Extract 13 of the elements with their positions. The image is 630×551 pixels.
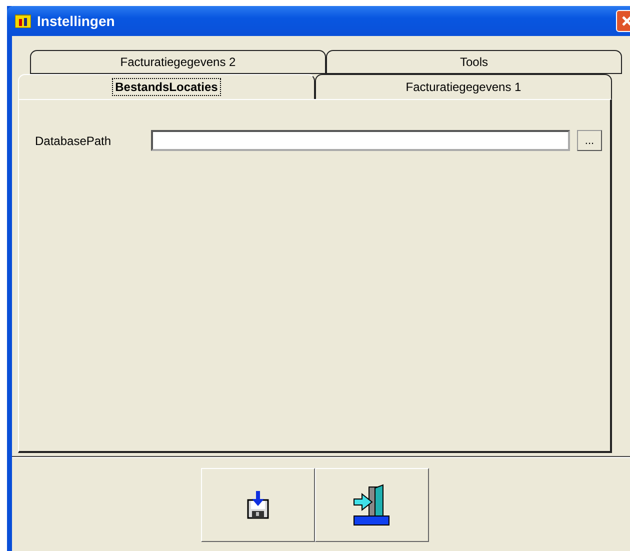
field-label: DatabasePath — [35, 134, 112, 148]
tab[interactable]: Facturatiegegevens 2 — [30, 50, 326, 74]
floppy-disk-icon — [247, 491, 269, 519]
door-exit-icon — [353, 484, 391, 526]
tab[interactable]: Facturatiegegevens 1 — [315, 74, 612, 100]
close-icon — [621, 15, 630, 27]
browse-button[interactable]: ... — [577, 130, 602, 151]
path-field[interactable] — [151, 130, 570, 151]
exit-button[interactable] — [315, 468, 429, 542]
save-button[interactable] — [201, 468, 315, 542]
tab[interactable]: Tools — [326, 50, 622, 74]
tab[interactable]: BestandsLocaties — [18, 74, 315, 100]
window-title: Instellingen — [37, 13, 115, 29]
